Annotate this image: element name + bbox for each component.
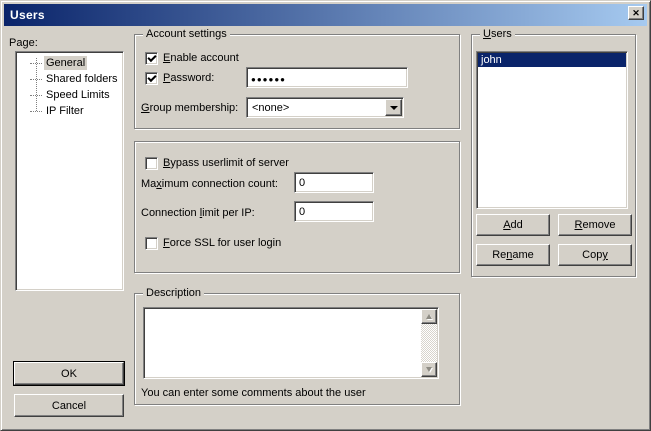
page-label: Page: [9,37,38,50]
tree-item-label: Speed Limits [44,88,112,102]
add-user-button[interactable]: Add [476,214,550,236]
force-ssl-checkbox[interactable] [145,237,158,250]
group-membership-label: Group membership: [141,102,238,115]
titlebar[interactable]: Users [4,4,647,26]
account-settings-title: Account settings [143,28,230,41]
tree-connector-icon [30,95,42,96]
enable-account-checkbox[interactable] [145,52,158,65]
description-hint: You can enter some comments about the us… [141,387,366,400]
scroll-up-button [421,309,437,324]
combo-dropdown-button[interactable] [385,99,402,116]
tree-item-shared-folders[interactable]: Shared folders [16,71,123,87]
users-group-title: Users [480,28,515,41]
max-connection-count-label: Maximum connection count: [141,178,278,191]
tree-item-label: Shared folders [44,72,120,86]
user-list-item[interactable]: john [478,53,626,67]
group-membership-select[interactable]: <none> [246,97,404,118]
ok-button[interactable]: OK [14,362,124,385]
bypass-userlimit-label: Bypass userlimit of server [163,157,289,170]
close-icon: ✕ [632,9,640,18]
chevron-down-icon [390,106,398,110]
description-title: Description [143,287,204,300]
users-dialog: Users ✕ Page: General Shared folders Spe… [0,0,651,431]
connection-limit-per-ip-input[interactable] [294,201,374,222]
bypass-userlimit-checkbox[interactable] [145,157,158,170]
password-checkbox[interactable] [145,72,158,85]
force-ssl-label: Force SSL for user login [163,237,281,250]
scroll-down-button [421,362,437,377]
tree-item-label: IP Filter [44,104,86,118]
tree-connector-icon [30,111,42,112]
page-tree: General Shared folders Speed Limits IP F… [15,51,124,291]
tree-connector-icon [30,79,42,80]
description-field-frame [143,307,439,379]
tree-item-label: General [44,56,87,70]
cancel-button[interactable]: Cancel [14,394,124,417]
description-scrollbar [421,309,437,377]
remove-user-button[interactable]: Remove [558,214,632,236]
users-listbox: john [476,51,628,209]
rename-user-button[interactable]: Rename [476,244,550,266]
tree-item-ip-filter[interactable]: IP Filter [16,103,123,119]
arrow-up-icon [426,314,432,319]
close-button[interactable]: ✕ [628,6,644,20]
enable-account-label: Enable account [163,52,239,65]
window-title: Users [10,8,45,22]
description-textarea[interactable] [145,309,420,376]
tree-item-general[interactable]: General [16,55,123,71]
arrow-down-icon [426,367,432,372]
password-label: Password: [163,72,214,85]
max-connection-count-input[interactable] [294,172,374,193]
connection-limit-per-ip-label: Connection limit per IP: [141,207,255,220]
password-input[interactable] [246,67,408,88]
tree-item-speed-limits[interactable]: Speed Limits [16,87,123,103]
group-membership-value: <none> [252,102,289,114]
copy-user-button[interactable]: Copy [558,244,632,266]
tree-connector-icon [30,63,42,64]
